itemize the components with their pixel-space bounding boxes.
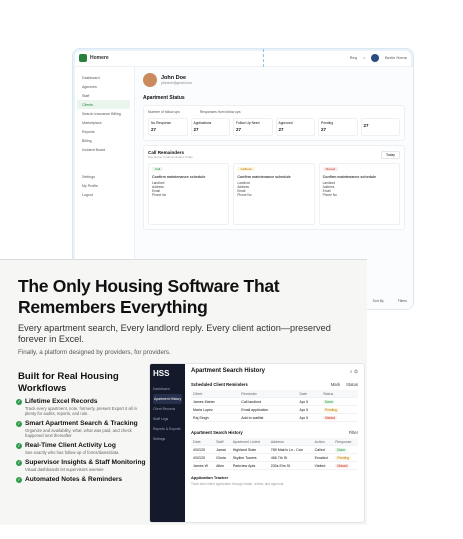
nav-dashboard[interactable]: Dashboard: [153, 384, 182, 394]
filter-button[interactable]: Filter: [349, 430, 358, 435]
stat-card[interactable]: Pending 27: [318, 118, 358, 136]
reminders-card: Call Remainders Pay Home 3 call reminder…: [143, 145, 405, 230]
check-icon: ✓: [16, 460, 22, 466]
hero-tagline: Finally, a platform designed by provider…: [18, 349, 171, 356]
status-badge: Pending: [335, 455, 352, 460]
bell-icon[interactable]: ♪: [363, 55, 365, 60]
filters-button[interactable]: Filters: [398, 299, 407, 303]
nav-reports[interactable]: Reports & Exports: [153, 424, 182, 434]
list-item: ✓ Automated Notes & Reminders: [16, 476, 123, 483]
reminder-card[interactable]: Call Confirm maintenance schedule Landlo…: [148, 163, 230, 225]
search-icon[interactable]: ⌕: [350, 369, 353, 375]
history-table: Date Staff Apartment Listed Address Action Re…: [191, 438, 358, 470]
stat-row: No Response 27 Applications 27 Follow Up N…: [148, 118, 400, 136]
req-button[interactable]: Req: [350, 55, 357, 60]
screenshot: Homere Req ♪ Berlin Home Dashboard Agenc…: [0, 0, 463, 539]
brand[interactable]: Homere: [79, 53, 109, 62]
check-icon: ✓: [16, 399, 22, 405]
reminders-table: Client Reminder Date Status James Maher Call…: [191, 390, 358, 422]
status-badge: Done: [323, 399, 335, 404]
table-row[interactable]: 4/02/25 Gloria Skyline Towers 456 7th St Ema…: [191, 453, 358, 462]
sidebar-item-marketplace[interactable]: Marketplace: [77, 118, 130, 127]
status-title: Apartment Status: [143, 95, 185, 101]
sidebar-item-logout[interactable]: Logout: [77, 190, 130, 199]
stat-card[interactable]: Applications 27: [190, 118, 230, 136]
top-bar: Homere Req ♪ Berlin Home: [73, 49, 413, 67]
reminder-card[interactable]: Missed Confirm maintenance schedule Land…: [318, 163, 400, 225]
table-row[interactable]: James W Allen Parkview Apts 230s Elm St Visi…: [191, 461, 358, 470]
table-row[interactable]: Maria Lopez Email application Apr 5 Pending: [191, 405, 358, 414]
features-heading: Built for Real Housing Workflows: [18, 371, 119, 394]
sidebar-item-billing[interactable]: Search Insurance Billing: [77, 109, 130, 118]
scheduled-header: Scheduled Client Reminders Mark Status: [191, 382, 358, 387]
nav-settings[interactable]: Settings: [153, 434, 182, 444]
nav-staff-logs[interactable]: Staff Logs: [153, 414, 182, 424]
reminders-sub: Pay Home 3 call reminders Today: [148, 155, 193, 159]
sidebar-item-staff[interactable]: Staff: [77, 91, 130, 100]
profile-email: johndoe@gmail.com: [161, 81, 192, 85]
tracker-sub: Track each client application through in…: [191, 482, 284, 486]
stat-card[interactable]: Approved 27: [275, 118, 315, 136]
check-icon: ✓: [16, 443, 22, 449]
brand-name: Homere: [90, 54, 109, 61]
today-select[interactable]: Today: [380, 150, 400, 159]
sidebar-item-billing-2[interactable]: Billing: [77, 136, 130, 145]
app-header-icons: ⌕ ⚙: [350, 369, 358, 375]
status-button[interactable]: Status: [346, 382, 358, 387]
status-badge: Done: [335, 447, 347, 452]
table-row[interactable]: James Maher Call landlord Apr 5 Done: [191, 397, 358, 406]
check-icon: ✓: [16, 421, 22, 427]
table-row[interactable]: 4/02/25 Jamal Highland Slate 789 Main's Ln …: [191, 445, 358, 454]
logo-icon: [79, 53, 87, 62]
responses-label: Responses from follow ups: [199, 110, 241, 114]
reminder-cards: Call Confirm maintenance schedule Landlo…: [148, 163, 400, 225]
status-badge: Pending: [323, 407, 339, 412]
list-item: ✓ Smart Apartment Search & Tracking Organi…: [16, 420, 138, 438]
app-sidebar: HSS Dashboard Apartment History Client R…: [150, 364, 185, 522]
app-logo[interactable]: HSS: [153, 369, 182, 378]
profile-photo: [143, 73, 157, 87]
nav-client-records[interactable]: Client Records: [153, 404, 182, 414]
features-list: ✓ Lifetime Excel Records Track every apart…: [16, 398, 148, 488]
check-icon: ✓: [16, 477, 22, 483]
followups-label: Number of follow ups: [148, 110, 180, 114]
sidebar-item-settings[interactable]: Settings: [77, 172, 130, 181]
sidebar-item-reports[interactable]: Reports: [77, 127, 130, 136]
profile-header: John Doe johndoe@gmail.com: [143, 73, 405, 87]
sidebar-item-incidents[interactable]: Incident Board: [77, 145, 130, 154]
stat-card[interactable]: Follow Up Need 27: [233, 118, 273, 136]
mark-button[interactable]: Mark: [331, 382, 340, 387]
hero-title: The Only Housing Software That Remembers…: [18, 276, 280, 317]
stat-card[interactable]: 27: [360, 118, 400, 136]
user-menu[interactable]: Berlin Home: [385, 55, 407, 60]
history-header: Apartment Search History Filter: [191, 430, 358, 435]
reminder-card[interactable]: Callback Confirm maintenance schedule La…: [233, 163, 315, 225]
sort-button[interactable]: Sort By: [373, 299, 384, 303]
avatar[interactable]: [370, 53, 379, 62]
top-right: Req ♪ Berlin Home: [350, 53, 407, 62]
list-item: ✓ Real-Time Client Activity Log See exactl…: [16, 442, 120, 455]
hero-subtitle: Every apartment search, Every landlord r…: [18, 323, 331, 344]
app-main: Apartment Search History ⌕ ⚙ Scheduled C…: [185, 364, 364, 522]
tracker-title: Application Tracker: [191, 475, 229, 480]
list-item: ✓ Lifetime Excel Records Track every apart…: [16, 398, 137, 416]
sidebar-item-clients[interactable]: Clients: [77, 100, 130, 109]
status-badge: Missed: [335, 463, 350, 468]
page-title: Apartment Search History: [191, 368, 266, 374]
settings-icon[interactable]: ⚙: [354, 369, 358, 375]
table-row[interactable]: Raj Singh Add to waitlist Apr 5 Missed: [191, 413, 358, 422]
stat-card[interactable]: No Response 27: [148, 118, 188, 136]
sidebar-item-profile[interactable]: My Profile: [77, 181, 130, 190]
sidebar-item-agencies[interactable]: Agencies: [77, 82, 130, 91]
status-card: Number of follow ups Responses from foll…: [143, 105, 405, 141]
status-badge: Missed: [323, 415, 338, 420]
nav-apartment-history[interactable]: Apartment History: [153, 394, 182, 404]
hss-app-window: HSS Dashboard Apartment History Client R…: [149, 363, 365, 523]
list-item: ✓ Supervisor Insights & Staff Monitoring V…: [16, 459, 146, 472]
sidebar-item-dashboard[interactable]: Dashboard: [77, 73, 130, 82]
